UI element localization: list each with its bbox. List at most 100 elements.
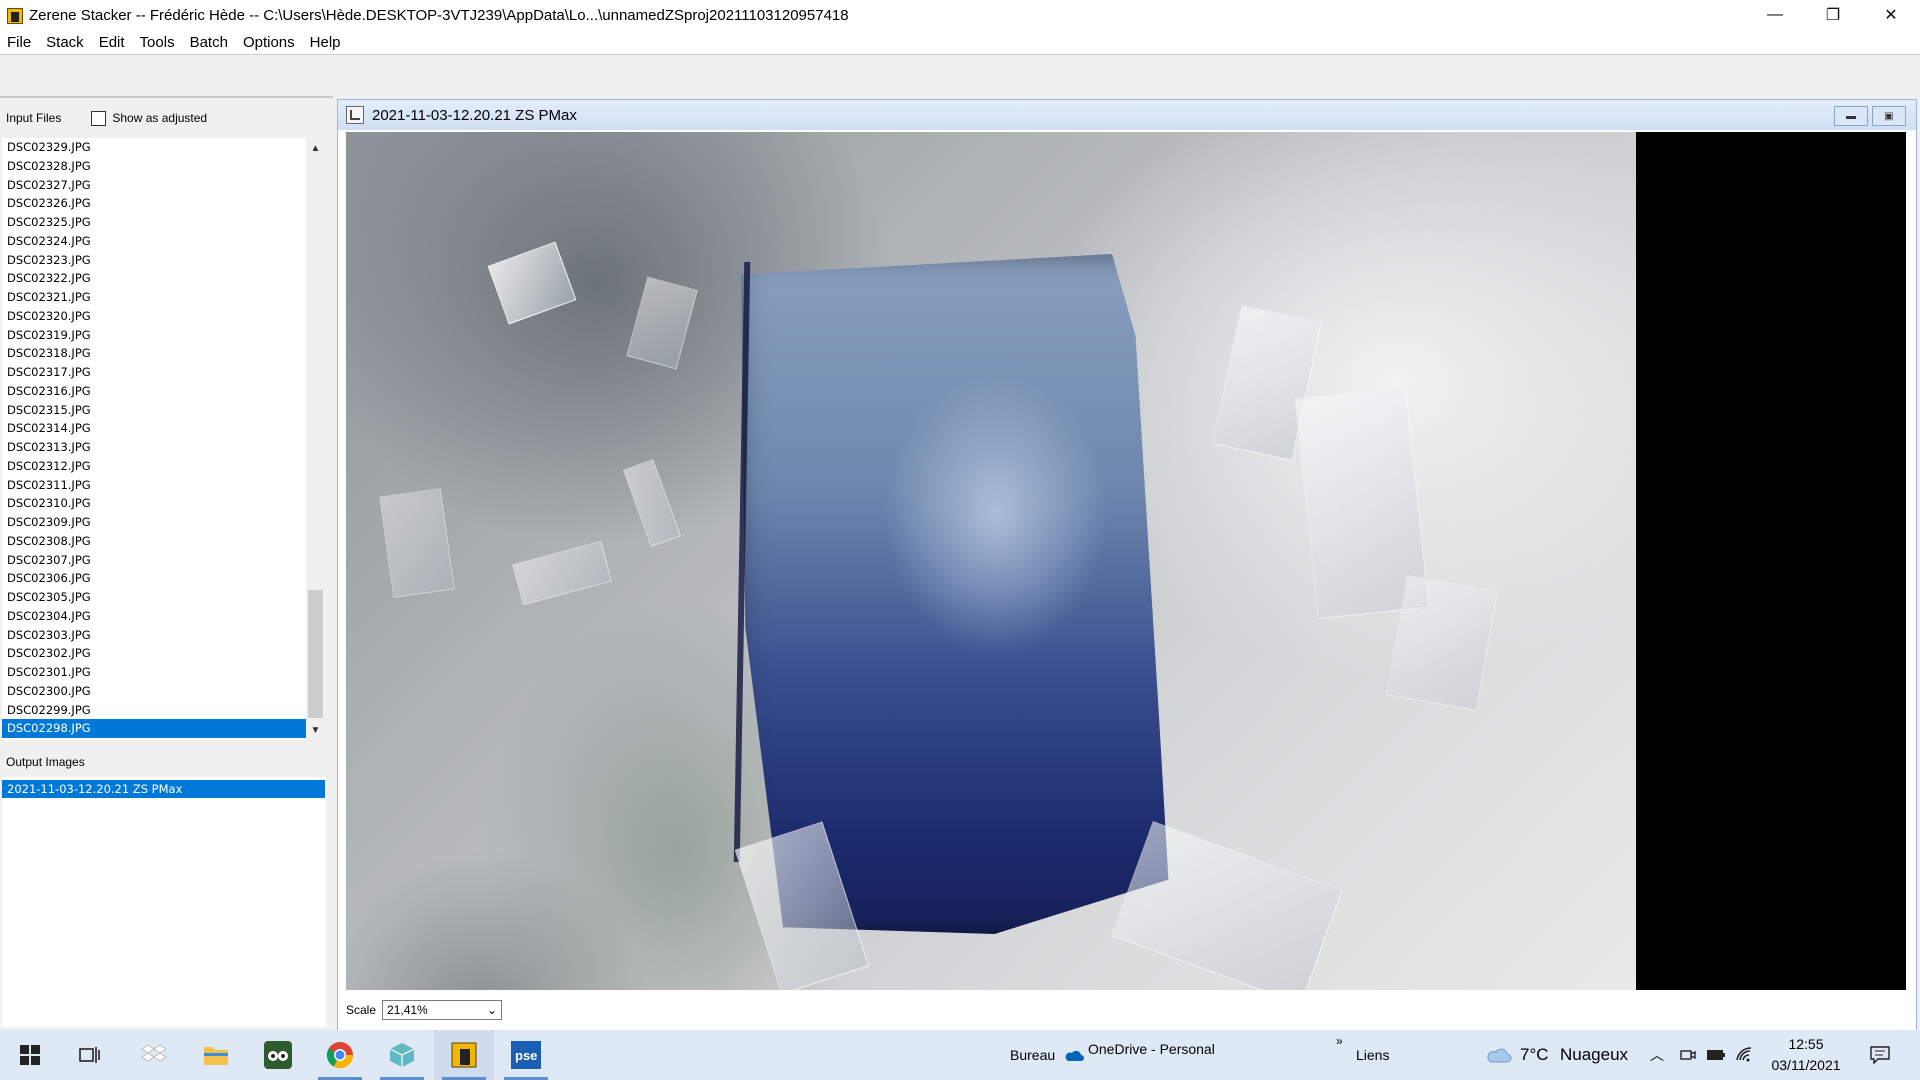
battery-icon[interactable]: [1706, 1030, 1726, 1080]
file-list-item[interactable]: DSC02318.JPG: [2, 344, 306, 363]
file-list-item[interactable]: DSC02310.JPG: [2, 494, 306, 513]
zerene-taskbar-icon[interactable]: [434, 1030, 494, 1080]
toolbar-chevron-icon[interactable]: »: [1336, 1016, 1343, 1066]
notification-icon[interactable]: [1870, 1030, 1890, 1080]
file-list-item[interactable]: DSC02315.JPG: [2, 401, 306, 420]
file-list-item[interactable]: DSC02307.JPG: [2, 551, 306, 570]
image-maximize-button[interactable]: ▣: [1872, 106, 1906, 126]
output-images-label: Output Images: [6, 755, 85, 769]
file-list-item[interactable]: DSC02299.JPG: [2, 701, 306, 720]
scroll-up-icon[interactable]: ▲: [306, 138, 325, 158]
input-file-list[interactable]: DSC02329.JPG DSC02328.JPG DSC02327.JPG DSC0…: [2, 138, 306, 740]
image-viewport[interactable]: [346, 132, 1906, 990]
input-files-header: Input Files Show as adjusted: [6, 108, 207, 128]
file-list-item[interactable]: DSC02327.JPG: [2, 176, 306, 195]
menu-file[interactable]: File: [0, 34, 39, 51]
file-list-item[interactable]: DSC02319.JPG: [2, 326, 306, 345]
weather-cloud-icon[interactable]: [1486, 1030, 1512, 1080]
dropbox-icon[interactable]: [124, 1030, 184, 1080]
file-list-item[interactable]: DSC02306.JPG: [2, 569, 306, 588]
scroll-down-icon[interactable]: ▼: [306, 720, 325, 740]
taskbar: pse Bureau OneDrive - Personal » Liens 7…: [0, 1030, 1920, 1080]
image-doc-icon: [346, 106, 364, 124]
close-button[interactable]: ✕: [1862, 0, 1920, 30]
output-image-item[interactable]: 2021-11-03-12.20.21 ZS PMax: [2, 780, 325, 798]
taskbar-clock[interactable]: 12:55 03/11/2021: [1756, 1034, 1856, 1076]
file-list-item[interactable]: DSC02303.JPG: [2, 626, 306, 645]
wifi-icon[interactable]: [1736, 1030, 1754, 1080]
chevron-down-icon: ⌄: [486, 1003, 498, 1017]
file-list-scrollbar[interactable]: ▲ ▼: [306, 138, 325, 740]
image-minimize-button[interactable]: ▬: [1834, 106, 1868, 126]
file-list-item[interactable]: DSC02311.JPG: [2, 476, 306, 495]
weather-desc[interactable]: Nuageux: [1560, 1030, 1628, 1080]
chrome-icon[interactable]: [310, 1030, 370, 1080]
file-list-item[interactable]: DSC02305.JPG: [2, 588, 306, 607]
scroll-thumb[interactable]: [308, 590, 323, 718]
menu-bar: File Stack Edit Tools Batch Options Help: [0, 30, 1920, 55]
output-images-header: Output Images: [6, 752, 85, 772]
file-list-item[interactable]: DSC02316.JPG: [2, 382, 306, 401]
photoshop-elements-icon[interactable]: pse: [496, 1030, 556, 1080]
file-list-item[interactable]: DSC02304.JPG: [2, 607, 306, 626]
restore-button[interactable]: ❐: [1804, 0, 1862, 30]
minimize-button[interactable]: —: [1746, 0, 1804, 30]
file-explorer-icon[interactable]: [186, 1030, 246, 1080]
onedrive-label[interactable]: OneDrive - Personal: [1088, 1024, 1215, 1074]
file-list-item[interactable]: DSC02313.JPG: [2, 438, 306, 457]
file-list-item[interactable]: DSC02329.JPG: [2, 138, 306, 157]
clock-time: 12:55: [1788, 1036, 1824, 1052]
file-list-item[interactable]: DSC02324.JPG: [2, 232, 306, 251]
windows-start-icon[interactable]: [0, 1030, 60, 1080]
zerene-app-icon: [5, 6, 23, 24]
onedrive-icon[interactable]: [1064, 1030, 1084, 1080]
file-list-item[interactable]: DSC02308.JPG: [2, 532, 306, 551]
menu-options[interactable]: Options: [236, 34, 303, 51]
file-list-item[interactable]: DSC02300.JPG: [2, 682, 306, 701]
bureau-toolbar-label[interactable]: Bureau: [1010, 1030, 1055, 1080]
show-as-adjusted-checkbox[interactable]: [91, 110, 107, 126]
file-list-item[interactable]: DSC02314.JPG: [2, 419, 306, 438]
file-list-item[interactable]: DSC02323.JPG: [2, 251, 306, 270]
output-image-list[interactable]: 2021-11-03-12.20.21 ZS PMax: [2, 777, 326, 1027]
liens-toolbar-label[interactable]: Liens: [1356, 1030, 1389, 1080]
app-cube-icon[interactable]: [372, 1030, 432, 1080]
menu-batch[interactable]: Batch: [183, 34, 236, 51]
image-window: 2021-11-03-12.20.21 ZS PMax ▬ ▣ Scale 21…: [337, 99, 1917, 1032]
tripadvisor-icon[interactable]: [248, 1030, 308, 1080]
stacked-photo: [346, 132, 1636, 990]
scale-value: 21,41%: [387, 1003, 428, 1017]
svg-text:pse: pse: [515, 1048, 537, 1063]
file-list-item[interactable]: DSC02298.JPG: [2, 719, 306, 738]
menu-help[interactable]: Help: [303, 34, 349, 51]
window-title-bar: Zerene Stacker -- Frédéric Hède -- C:\Us…: [0, 0, 1920, 30]
scale-control: Scale 21,41% ⌄: [346, 996, 503, 1024]
window-title: Zerene Stacker -- Frédéric Hède -- C:\Us…: [29, 6, 849, 24]
menu-stack[interactable]: Stack: [39, 34, 92, 51]
image-window-titlebar: 2021-11-03-12.20.21 ZS PMax ▬ ▣: [338, 100, 1916, 130]
weather-temp[interactable]: 7°C: [1520, 1030, 1549, 1080]
show-as-adjusted-label[interactable]: Show as adjusted: [112, 111, 207, 125]
file-list-item[interactable]: DSC02322.JPG: [2, 269, 306, 288]
file-list-item[interactable]: DSC02317.JPG: [2, 363, 306, 382]
input-files-label: Input Files: [6, 111, 62, 125]
menu-edit[interactable]: Edit: [92, 34, 133, 51]
file-list-item[interactable]: DSC02312.JPG: [2, 457, 306, 476]
file-list-item[interactable]: DSC02320.JPG: [2, 307, 306, 326]
left-panel: Input Files Show as adjusted DSC02329.JP…: [0, 96, 333, 1032]
menu-tools[interactable]: Tools: [133, 34, 183, 51]
chevron-up-icon[interactable]: ︿: [1650, 1030, 1664, 1080]
file-list-item[interactable]: DSC02301.JPG: [2, 663, 306, 682]
scale-dropdown[interactable]: 21,41% ⌄: [382, 1000, 503, 1020]
file-list-item[interactable]: DSC02302.JPG: [2, 644, 306, 663]
task-view-icon[interactable]: [60, 1030, 120, 1080]
file-list-item[interactable]: DSC02321.JPG: [2, 288, 306, 307]
file-list-item[interactable]: DSC02309.JPG: [2, 513, 306, 532]
file-list-item[interactable]: DSC02325.JPG: [2, 213, 306, 232]
file-list-item[interactable]: DSC02326.JPG: [2, 194, 306, 213]
toolbar-area: [0, 54, 1920, 97]
meet-icon[interactable]: [1680, 1030, 1696, 1080]
image-window-title: 2021-11-03-12.20.21 ZS PMax: [372, 106, 577, 124]
file-list-item[interactable]: DSC02328.JPG: [2, 157, 306, 176]
scale-label: Scale: [346, 1003, 377, 1017]
